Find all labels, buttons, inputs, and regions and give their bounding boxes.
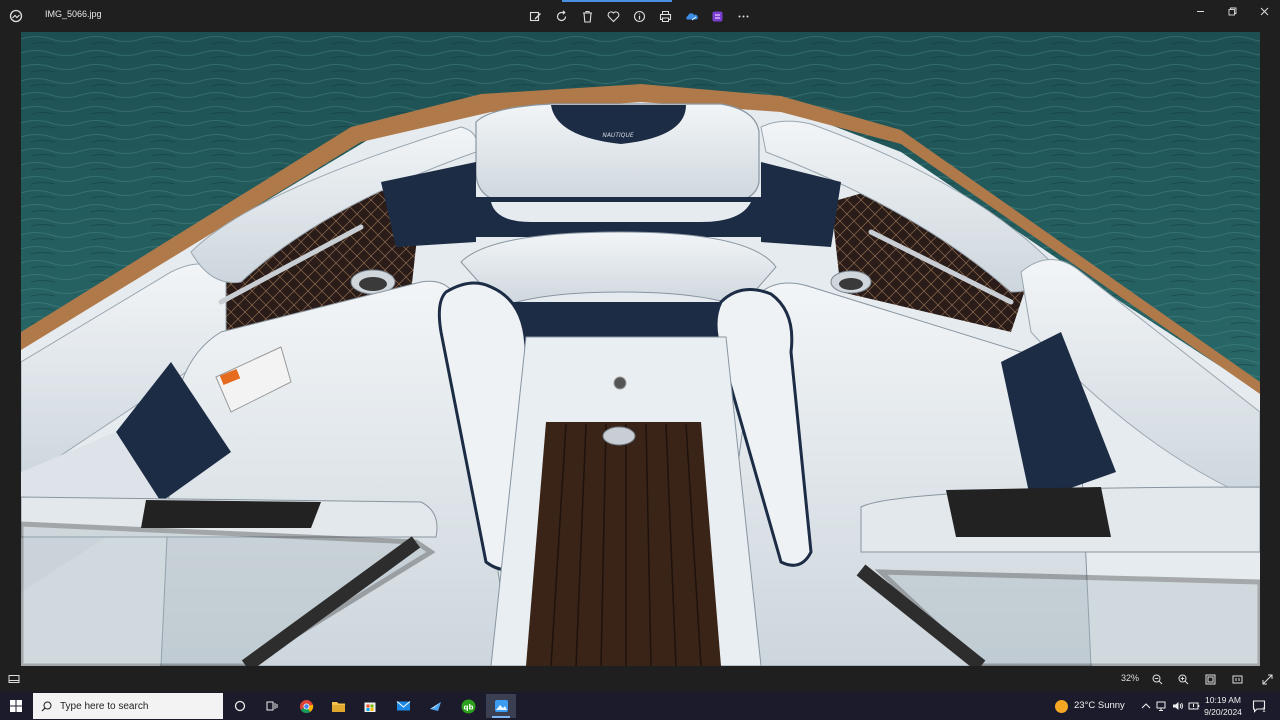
close-icon [1260,7,1268,15]
fit-to-window-button[interactable] [1203,672,1217,686]
close-button[interactable] [1248,0,1280,22]
boat-bow-photo: NAUTIQUE [21,32,1260,666]
file-info-button[interactable] [628,5,650,27]
zoom-in-icon [1178,674,1188,684]
store-icon [364,702,376,712]
volume-icon[interactable] [1172,700,1184,712]
print-icon [659,10,671,22]
taskbar-mail[interactable] [388,694,418,718]
taskbar-file-explorer[interactable] [323,694,353,718]
more-icon [738,15,748,17]
photos-app-window: IMG_5066.jpg NAUTIQUE 32% [0,0,1280,692]
system-clock[interactable]: 10:19 AM 9/20/2024 [1200,694,1246,718]
favorite-button[interactable] [602,5,624,27]
loading-indicator [562,0,672,2]
chevron-up-icon[interactable] [1140,700,1152,712]
taskbar-search-box[interactable]: Type here to search [33,693,223,719]
task-view-button[interactable] [257,694,287,718]
notification-count: 1 [1262,707,1266,713]
quickbooks-icon: qb [461,699,475,713]
taskbar-photos[interactable] [486,694,516,718]
status-bar: 32% [0,666,1280,692]
weather-sun-icon[interactable] [1055,700,1068,713]
more-options-button[interactable] [732,5,754,27]
delete-button[interactable] [576,5,598,27]
delete-icon [582,10,592,23]
cortana-button[interactable] [225,694,255,718]
fit-window-icon [1205,674,1215,684]
info-icon [633,10,645,22]
weather-widget[interactable]: 23°C Sunny [1074,700,1125,711]
clock-date: 9/20/2024 [1204,707,1242,717]
minimize-button[interactable] [1184,0,1216,22]
heart-icon [607,10,619,22]
viewer-toolbar [524,5,754,27]
taskbar-quickbooks[interactable]: qb [453,694,483,718]
window-controls [1184,0,1280,32]
cortana-icon [234,700,246,712]
title-bar: IMG_5066.jpg [0,0,1280,32]
minimize-icon [1196,10,1204,12]
windows-logo-icon [10,700,22,712]
print-button[interactable] [654,5,676,27]
restore-button[interactable] [1216,0,1248,22]
teak-floor [526,422,721,666]
zoom-out-icon [1152,674,1162,684]
app-icon [429,702,441,711]
battery-alert-icon[interactable] [1188,700,1200,712]
svg-text:qb: qb [463,703,473,711]
edit-image-button[interactable] [524,5,546,27]
taskbar-chrome[interactable] [291,694,321,718]
restore-icon [1228,7,1236,15]
rotate-button[interactable] [550,5,572,27]
taskbar-microsoft-store[interactable] [355,694,385,718]
notification-icon[interactable]: 1 [1252,699,1266,713]
zoom-in-button[interactable] [1176,672,1190,686]
actual-size-button[interactable] [1230,672,1244,686]
photos-app-icon [9,9,23,23]
full-screen-button[interactable] [1260,672,1274,686]
start-button[interactable] [0,692,32,720]
taskbar-app-blue[interactable] [420,694,450,718]
filmstrip-icon[interactable] [8,673,20,685]
taskbar: Type here to search qb 23°C Sunny 10:19 … [0,692,1280,720]
search-icon [41,701,52,711]
onedrive-icon [685,12,698,20]
photo-canvas[interactable]: NAUTIQUE [21,32,1260,666]
actual-size-icon [1232,675,1242,683]
clipchamp-button[interactable] [706,5,728,27]
clipchamp-icon [712,11,722,21]
zoom-out-button[interactable] [1150,672,1164,686]
network-icon[interactable] [1156,700,1168,712]
chrome-icon [299,699,313,713]
expand-icon [1262,674,1272,684]
zoom-level: 32% [1121,673,1140,683]
onedrive-button[interactable] [680,5,702,27]
edit-image-icon [529,11,541,21]
task-view-icon [266,701,278,711]
folder-icon [331,701,345,712]
file-title: IMG_5066.jpg [45,9,102,19]
photos-icon [494,700,508,712]
rotate-icon [556,9,566,21]
clock-time: 10:19 AM [1205,695,1241,705]
mail-icon [396,701,410,711]
search-placeholder: Type here to search [60,700,149,712]
nautique-badge: NAUTIQUE [602,132,634,139]
